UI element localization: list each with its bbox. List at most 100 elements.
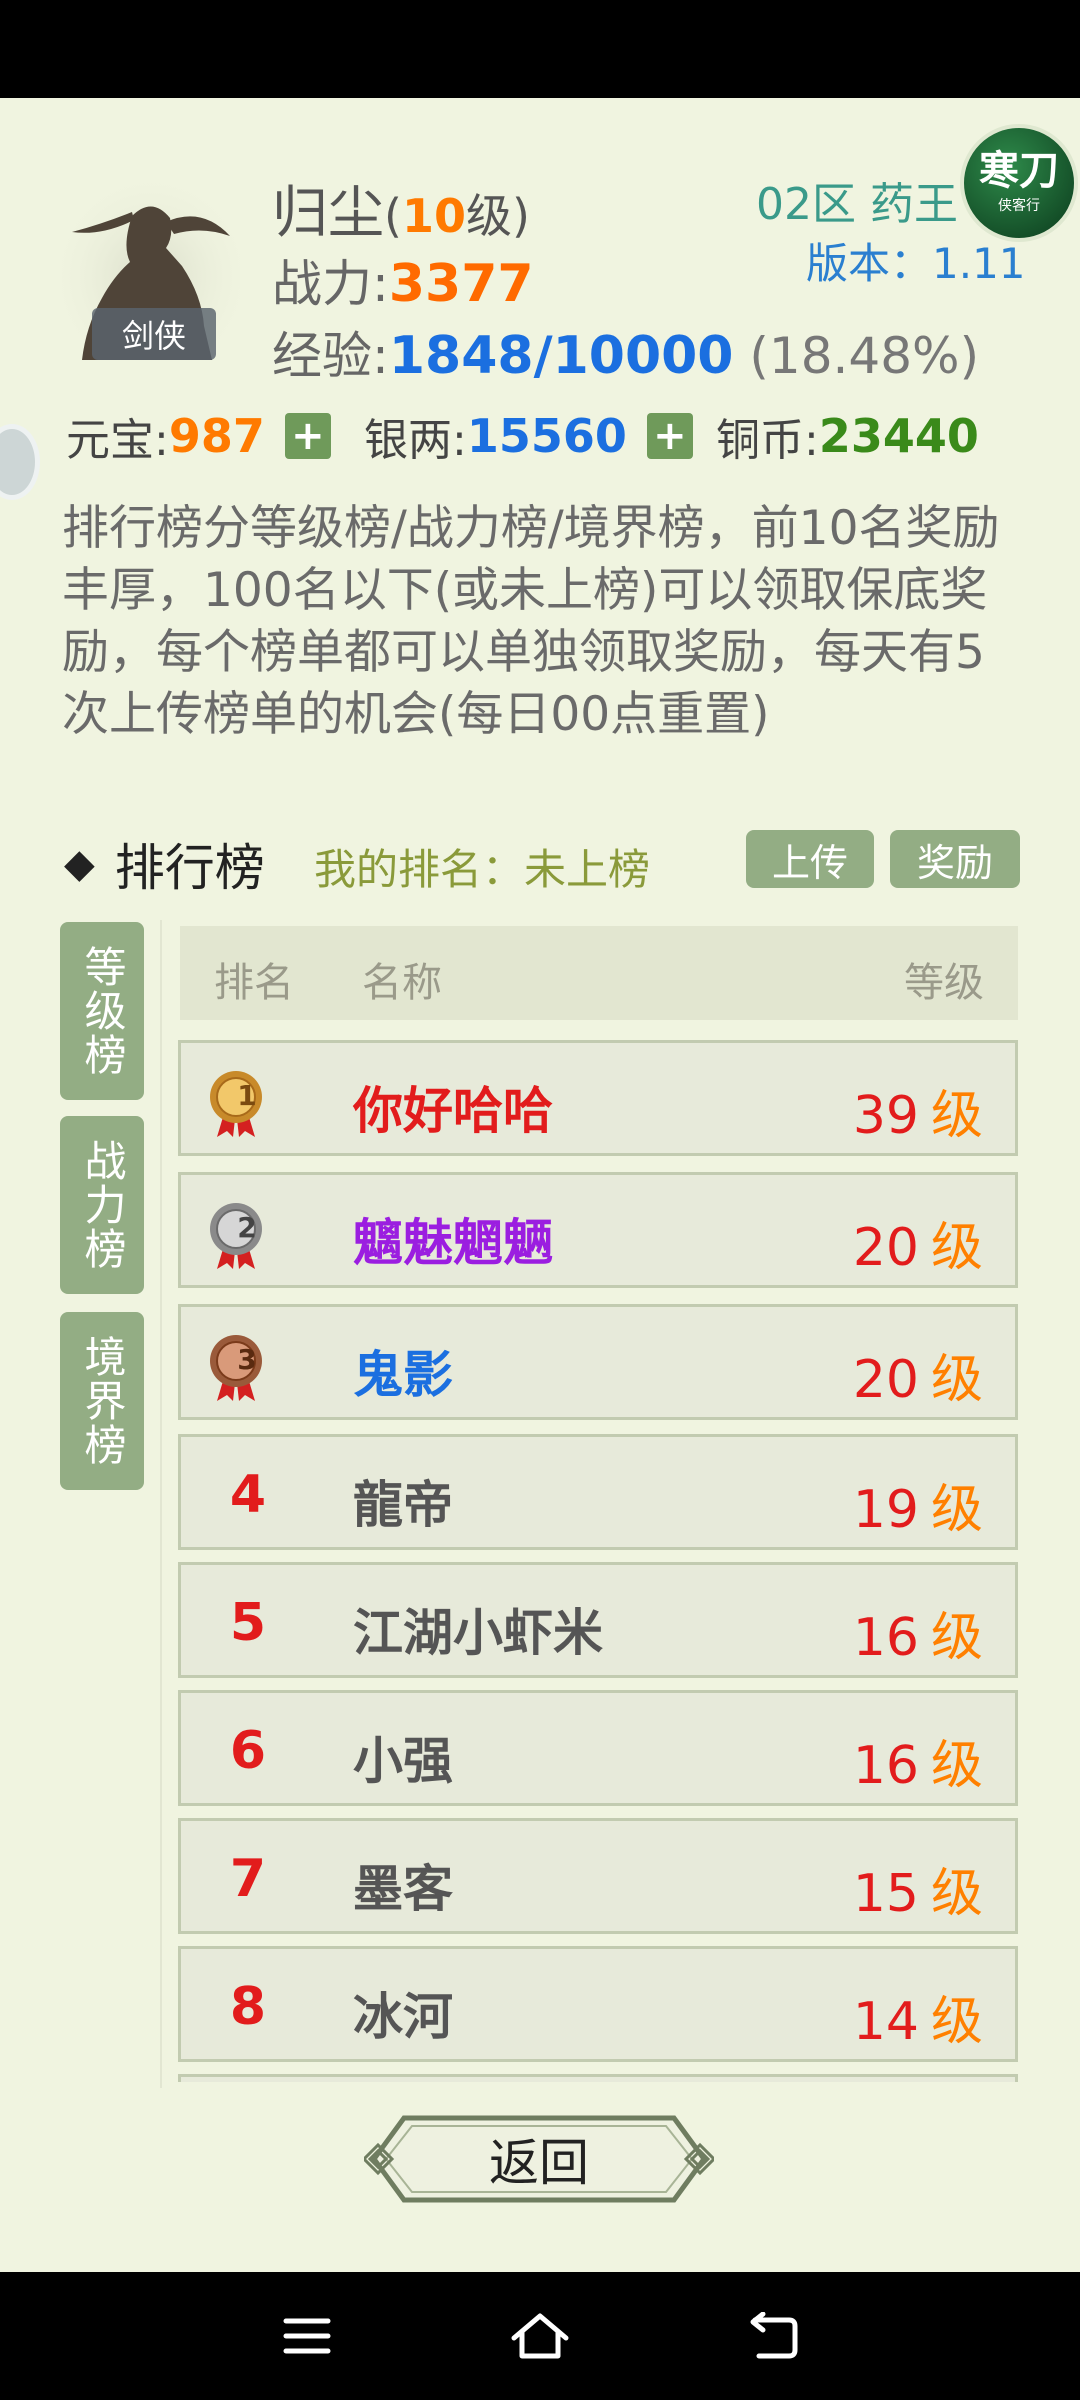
rank-number: 8	[229, 1977, 267, 2037]
tab-label: 战力榜	[78, 1139, 127, 1271]
table-row[interactable]: 4 龍帝 19 级	[178, 1434, 1018, 1550]
level-unit: 级	[930, 1218, 983, 1278]
level-unit: 级	[930, 1864, 983, 1924]
tab-power-ranking[interactable]: 战力榜	[60, 1116, 144, 1294]
level-unit: 级	[930, 1736, 983, 1796]
ranking-title: ◆ 排行榜	[64, 828, 265, 900]
table-row[interactable]: 6 小强 16 级	[178, 1690, 1018, 1806]
power-line: 战力:3377	[272, 244, 534, 316]
rank-number: 6	[229, 1721, 267, 1781]
level-value: 20 级	[853, 1205, 983, 1280]
tab-level-ranking[interactable]: 等级榜	[60, 922, 144, 1100]
table-row[interactable]: 8 冰河 14 级	[178, 1946, 1018, 2062]
table-row[interactable]: 7 墨客 15 级	[178, 1818, 1018, 1934]
table-row[interactable]: 2 魑魅魍魉 20 级	[178, 1172, 1018, 1288]
logo-subtitle: 侠客行	[998, 198, 1040, 214]
column-level: 等级	[904, 960, 984, 1006]
rank-number: 5	[229, 1593, 267, 1653]
add-yuanbao-button[interactable]: +	[284, 413, 331, 459]
divider	[160, 920, 162, 2088]
player-name: 龍帝	[353, 1476, 453, 1534]
copper-currency: 铜币: 23440	[716, 404, 979, 468]
back-button[interactable]: 返回	[361, 2112, 717, 2206]
tab-realm-ranking[interactable]: 境界榜	[60, 1312, 144, 1490]
silver-currency: 银两: 15560 +	[364, 404, 693, 468]
level-number: 20	[852, 1350, 919, 1410]
reward-button[interactable]: 奖励	[890, 830, 1020, 888]
table-row[interactable]: 1 你好哈哈 39 级	[178, 1040, 1018, 1156]
logo-title: 寒刀	[979, 147, 1059, 194]
level-number: 20	[852, 1218, 919, 1278]
table-row[interactable]: 3 鬼影 20 级	[178, 1304, 1018, 1420]
column-rank: 排名	[214, 960, 294, 1006]
rank-number: 2	[237, 1211, 257, 1244]
level-value: 16 级	[853, 1723, 983, 1798]
table-row[interactable]	[178, 2074, 1018, 2082]
level-unit: 级	[930, 1086, 983, 1146]
player-name: 墨客	[353, 1860, 453, 1918]
player-name: 小强	[353, 1732, 453, 1790]
exp-label: 经验:	[272, 327, 389, 385]
add-silver-button[interactable]: +	[646, 413, 693, 459]
level-number: 19	[852, 1480, 919, 1540]
player-level: 10	[401, 189, 466, 243]
ranking-list[interactable]: 1 你好哈哈 39 级 2 魑魅魍魉 20 级 3 鬼影 20 级 4 龍帝 19 级	[176, 1038, 1022, 2082]
level-open: (	[384, 189, 402, 243]
copper-value: 23440	[818, 409, 979, 463]
player-name: 归尘	[272, 181, 384, 246]
copper-label: 铜币:	[716, 415, 819, 466]
table-row[interactable]: 5 江湖小虾米 16 级	[178, 1562, 1018, 1678]
silver-label: 银两:	[364, 415, 467, 466]
level-unit: 级	[930, 1608, 983, 1668]
back-nav-icon[interactable]	[733, 2296, 813, 2376]
upload-button[interactable]: 上传	[746, 830, 874, 888]
power-value: 3377	[388, 254, 534, 314]
player-name: 鬼影	[353, 1346, 453, 1404]
home-icon[interactable]	[500, 2296, 580, 2376]
menu-icon[interactable]	[267, 2296, 347, 2376]
player-avatar[interactable]: 剑侠	[62, 176, 240, 360]
player-name: 江湖小虾米	[353, 1604, 603, 1662]
exp-value: 1848/10000	[388, 326, 734, 386]
rank-number: 4	[229, 1465, 267, 1525]
table-header: 排名 名称 等级	[180, 926, 1018, 1020]
player-name: 冰河	[353, 1988, 453, 2046]
power-label: 战力:	[272, 255, 389, 313]
back-button-label: 返回	[489, 2134, 589, 2192]
player-name-line: 归尘(10级)	[272, 168, 530, 249]
level-value: 15 级	[853, 1851, 983, 1926]
class-badge: 剑侠	[92, 308, 216, 360]
level-value: 20 级	[853, 1337, 983, 1412]
tab-label: 境界榜	[78, 1335, 127, 1467]
rank-number: 7	[229, 1849, 267, 1909]
status-bar	[0, 0, 1080, 98]
level-number: 16	[852, 1608, 919, 1668]
exp-line: 经验:1848/10000 (18.48%)	[272, 316, 979, 388]
level-close: 级)	[465, 189, 530, 243]
level-number: 39	[852, 1086, 919, 1146]
player-name: 你好哈哈	[353, 1082, 553, 1140]
rank-number: 1	[237, 1079, 257, 1112]
column-name: 名称	[362, 960, 442, 1006]
level-number: 15	[852, 1864, 919, 1924]
floating-assist-bubble[interactable]	[0, 424, 40, 500]
diamond-icon: ◆	[64, 841, 95, 887]
silver-value: 15560	[466, 409, 627, 463]
level-value: 19 级	[853, 1467, 983, 1542]
level-value: 39 级	[853, 1073, 983, 1148]
rank-number: 3	[237, 1343, 257, 1376]
version-label: 版本：1.11	[806, 239, 1026, 288]
ranking-title-text: 排行榜	[114, 839, 265, 897]
level-unit: 级	[930, 1350, 983, 1410]
level-unit: 级	[930, 1480, 983, 1540]
yuanbao-label: 元宝:	[66, 415, 169, 466]
game-logo[interactable]: 寒刀 侠客行	[960, 124, 1078, 242]
yuanbao-value: 987	[168, 409, 265, 463]
level-value: 14 级	[853, 1979, 983, 2054]
server-name: 02区 药王	[756, 179, 958, 230]
level-number: 16	[852, 1736, 919, 1796]
level-number: 14	[852, 1992, 919, 2052]
player-name: 魑魅魍魉	[353, 1214, 553, 1272]
exp-percent: (18.48%)	[749, 327, 980, 385]
level-unit: 级	[930, 1992, 983, 2052]
